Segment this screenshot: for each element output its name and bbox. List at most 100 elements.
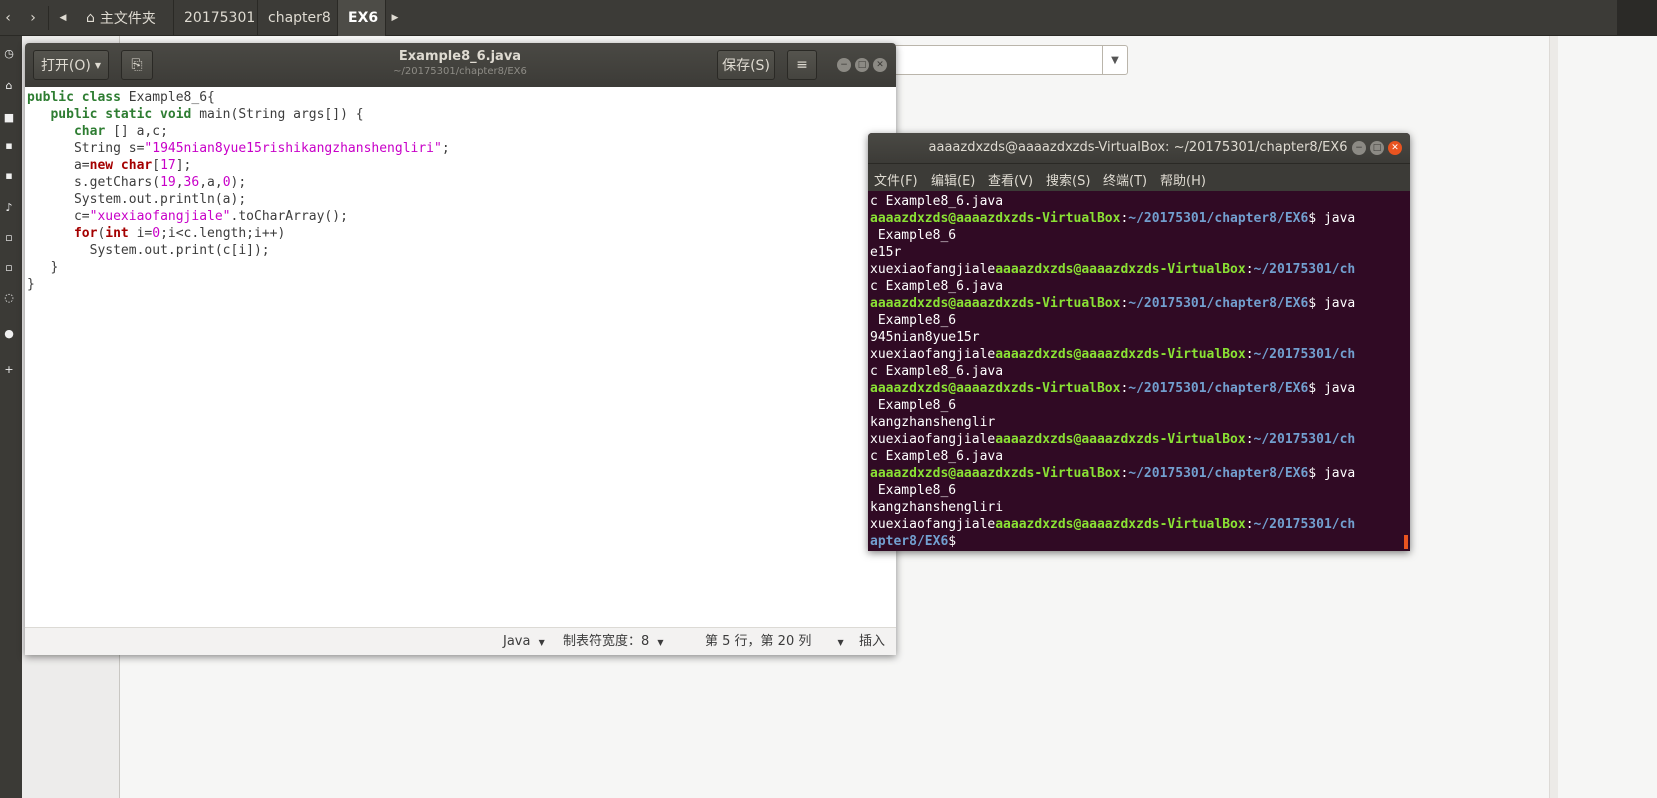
terminal-line: xuexiaofangjialeaaaazdxzds@aaaazdxzds-Vi…	[870, 261, 1355, 278]
gedit-window: 打开(O) ▼ ⎘ Example8_6.java ~/20175301/cha…	[25, 43, 896, 655]
minimize-icon[interactable]: −	[1352, 141, 1366, 155]
network-icon[interactable]: ●	[2, 328, 16, 340]
terminal-line: aaaazdxzds@aaaazdxzds-VirtualBox:~/20175…	[870, 465, 1355, 482]
prompt-user: aaaazdxzds@aaaazdxzds-VirtualBox	[870, 466, 1121, 481]
code-number: 36	[183, 175, 200, 190]
terminal-text: xuexiaofangjiale	[870, 262, 996, 277]
menu-view[interactable]: 查看(V)	[988, 170, 1033, 189]
add-icon[interactable]: +	[2, 364, 16, 376]
cursor-position-selector[interactable]: 第 5 行，第 20 列 ▼	[705, 634, 844, 650]
crumb-ex6[interactable]: EX6	[338, 0, 386, 36]
close-icon[interactable]: ✕	[1388, 141, 1402, 155]
terminal-line: Example8_6	[870, 397, 956, 414]
prompt-user: aaaazdxzds@aaaazdxzds-VirtualBox	[870, 296, 1121, 311]
minimize-icon[interactable]: −	[837, 58, 851, 72]
documents-icon[interactable]: ▪	[2, 140, 16, 152]
chevron-down-icon[interactable]: ▼	[1102, 46, 1127, 74]
prompt-user: aaaazdxzds@aaaazdxzds-VirtualBox	[995, 262, 1246, 277]
insert-mode-label: 插入	[859, 634, 886, 649]
code-line: char [] a,c;	[27, 123, 168, 140]
save-button[interactable]: 保存(S)	[717, 50, 775, 80]
menu-help[interactable]: 帮助(H)	[1160, 170, 1206, 189]
prompt-command: $ java	[1308, 466, 1356, 481]
code-editor[interactable]: public class Example8_6{ public static v…	[25, 87, 896, 627]
back-icon[interactable]: ‹	[0, 0, 16, 36]
prompt-path: ~/20175301/chapter8/EX6	[1128, 211, 1309, 226]
home-icon[interactable]: ⌂	[2, 80, 16, 92]
music-icon[interactable]: ♪	[2, 202, 16, 214]
terminal-text: c Example8_6.java	[870, 279, 1004, 294]
downloads-icon[interactable]: ▪	[2, 170, 16, 182]
crumb-label: EX6	[348, 10, 379, 26]
chevron-down-icon: ▼	[657, 638, 664, 647]
terminal-scrollbar[interactable]	[1404, 535, 1408, 549]
tab-width-selector[interactable]: 制表符宽度：8 ▼	[563, 634, 664, 650]
language-label: Java	[503, 634, 531, 649]
location-combobox[interactable]: ▼	[880, 45, 1128, 75]
videos-icon[interactable]: ▫	[2, 262, 16, 274]
code-line: }	[27, 276, 35, 293]
topbar-right-area	[1617, 0, 1657, 36]
code-string: "xuexiaofangjiale"	[89, 209, 231, 224]
prompt-path: ~/20175301/ch	[1253, 517, 1356, 532]
open-button[interactable]: 打开(O) ▼	[33, 50, 109, 80]
code-line: public static void main(String args[]) {	[27, 106, 363, 123]
prompt-path: apter8/EX6	[870, 534, 949, 549]
language-selector[interactable]: Java ▼	[503, 634, 545, 650]
chevron-down-icon: ▼	[94, 60, 102, 70]
maximize-icon[interactable]: □	[855, 58, 869, 72]
menu-file[interactable]: 文件(F)	[874, 170, 918, 189]
terminal-line: e15r	[870, 244, 901, 261]
code-text: .toCharArray();	[230, 209, 348, 224]
menu-search[interactable]: 搜索(S)	[1046, 170, 1090, 189]
document-path: ~/20175301/chapter8/EX6	[393, 66, 527, 77]
menu-edit[interactable]: 编辑(E)	[931, 170, 975, 189]
code-text: [	[152, 158, 161, 173]
code-text: [] a,c;	[105, 124, 168, 139]
prompt-path: ~/20175301/ch	[1253, 262, 1356, 277]
crumb-20175301[interactable]: 20175301	[174, 0, 258, 36]
code-text: }	[27, 277, 35, 292]
crumb-chapter8[interactable]: chapter8	[258, 0, 338, 36]
trash-icon[interactable]: ◌	[2, 292, 16, 304]
maximize-icon[interactable]: □	[1370, 141, 1384, 155]
path-scroll-right-icon[interactable]: ▶	[388, 0, 402, 36]
pictures-icon[interactable]: ▫	[2, 232, 16, 244]
terminal-line: 945nian8yue15r	[870, 329, 980, 346]
code-line: System.out.print(c[i]);	[27, 242, 270, 259]
forward-icon[interactable]: ›	[22, 0, 44, 36]
new-document-button[interactable]: ⎘	[121, 50, 153, 80]
terminal-text: kangzhanshenglir	[870, 415, 996, 430]
path-scroll-left-icon[interactable]: ◀	[56, 0, 70, 36]
folder-icon[interactable]: ■	[2, 112, 16, 124]
code-line: }	[27, 259, 58, 276]
menu-terminal[interactable]: 终端(T)	[1103, 170, 1147, 189]
prompt-path: ~/20175301/chapter8/EX6	[1128, 381, 1309, 396]
prompt-path: ~/20175301/chapter8/EX6	[1128, 296, 1309, 311]
tab-width-label: 制表符宽度：8	[563, 634, 650, 649]
crumb-label: chapter8	[268, 10, 331, 26]
code-text: System.out.print(c[i]);	[89, 243, 270, 258]
close-icon[interactable]: ✕	[873, 58, 887, 72]
terminal-text: Example8_6	[870, 313, 957, 328]
code-text: );	[230, 175, 247, 190]
prompt-path: ~/20175301/chapter8/EX6	[1128, 466, 1309, 481]
terminal-line: xuexiaofangjialeaaaazdxzds@aaaazdxzds-Vi…	[870, 346, 1355, 363]
code-keyword: new char	[89, 158, 153, 173]
crumb-home-label: 主文件夹	[99, 11, 156, 27]
content-scrollbar[interactable]	[1549, 36, 1558, 798]
terminal-menu-bar: 文件(F) 编辑(E) 查看(V) 搜索(S) 终端(T) 帮助(H)	[868, 163, 1410, 192]
launcher-dock: ◷ ⌂ ■ ▪ ▪ ♪ ▫ ▫ ◌ ● +	[0, 36, 22, 798]
terminal-output[interactable]: c Example8_6.java aaaazdxzds@aaaazdxzds-…	[868, 191, 1410, 551]
code-text: String s=	[73, 141, 145, 156]
terminal-line: c Example8_6.java	[870, 363, 1003, 380]
code-line: public class Example8_6{	[27, 89, 215, 106]
terminal-text: xuexiaofangjiale	[870, 432, 996, 447]
crumb-home[interactable]: ⌂ 主文件夹	[76, 0, 174, 36]
code-text: i=	[128, 226, 153, 241]
recent-icon[interactable]: ◷	[2, 48, 16, 60]
terminal-text: xuexiaofangjiale	[870, 517, 996, 532]
menu-button[interactable]: ≡	[787, 50, 817, 80]
prompt-user: aaaazdxzds@aaaazdxzds-VirtualBox	[995, 517, 1246, 532]
terminal-title: aaaazdxzds@aaaazdxzds-VirtualBox: ~/2017…	[928, 140, 1348, 155]
